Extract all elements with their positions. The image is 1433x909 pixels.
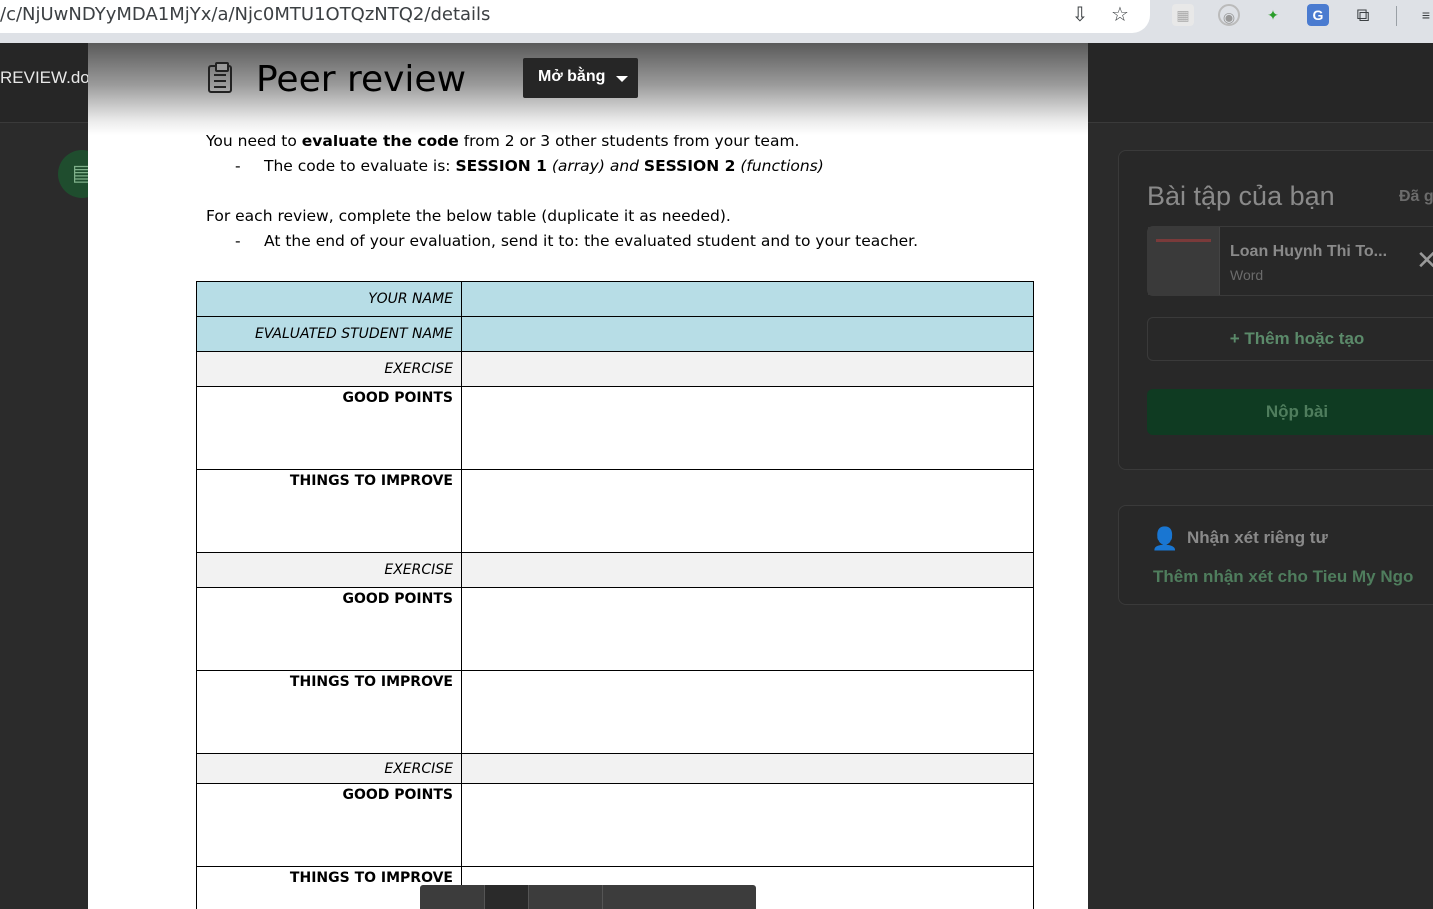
evaluated-student-cell <box>461 316 1034 352</box>
exercise-label: EXERCISE <box>196 753 462 784</box>
table-row: GOOD POINTS <box>196 783 1034 867</box>
clipboard-icon <box>208 62 232 93</box>
extension-qr-icon[interactable]: ▦ <box>1172 4 1194 26</box>
evaluated-student-label: EVALUATED STUDENT NAME <box>196 316 462 352</box>
extensions-puzzle-icon[interactable]: ⧉ <box>1352 4 1374 26</box>
document-viewer: You need to evaluate the code from 2 or … <box>88 43 1088 909</box>
your-name-cell <box>461 281 1034 317</box>
attachment-item[interactable]: Loan Huynh Thi To... Word ✕ <box>1147 226 1433 296</box>
zoom-toolbar[interactable] <box>420 885 756 909</box>
viewer-header: Peer review Mở bằng <box>88 43 1088 135</box>
table-row: THINGS TO IMPROVE <box>196 670 1034 754</box>
zoom-controls-segment[interactable] <box>602 885 756 909</box>
table-row: EVALUATED STUDENT NAME <box>196 316 1034 352</box>
attachment-name: Loan Huynh Thi To... <box>1230 243 1388 260</box>
attachment-type: Word <box>1230 267 1264 283</box>
exercise-cell <box>461 753 1034 784</box>
page-counter-segment <box>484 885 528 909</box>
submit-button[interactable]: Nộp bài <box>1147 389 1433 435</box>
add-private-comment-link[interactable]: Thêm nhận xét cho Tieu My Ngo <box>1153 567 1413 587</box>
more-options-icon[interactable]: ⋮ <box>1425 70 1433 96</box>
review-table: YOUR NAME EVALUATED STUDENT NAME EXERCIS… <box>196 281 1034 909</box>
person-icon: 👤 <box>1151 526 1179 551</box>
browser-toolbar: /c/NjUwNDYyMDA1MjYx/a/Njc0MTU1OTQzNTQ2/d… <box>0 0 1433 43</box>
table-row: YOUR NAME <box>196 281 1034 317</box>
exercise-cell <box>461 552 1034 588</box>
table-row: GOOD POINTS <box>196 386 1034 470</box>
exercise-cell <box>461 351 1034 387</box>
your-work-title: Bài tập của bạn <box>1147 181 1335 211</box>
extension-camera-icon[interactable]: ◉ <box>1218 4 1240 26</box>
table-row: EXERCISE <box>196 552 1034 588</box>
instructions-line: For each review, complete the below tabl… <box>206 207 731 225</box>
attachment-thumbnail <box>1148 227 1220 295</box>
exercise-label: EXERCISE <box>196 351 462 387</box>
bullet-dash: - <box>235 157 241 175</box>
address-url[interactable]: /c/NjUwNDYyMDA1MjYx/a/Njc0MTU1OTQzNTQ2/d… <box>0 4 490 25</box>
remove-attachment-icon[interactable]: ✕ <box>1416 245 1433 276</box>
things-to-improve-cell <box>461 469 1034 553</box>
exercise-label: EXERCISE <box>196 552 462 588</box>
your-work-card: Bài tập của bạn Đã g Loan Huynh Thi To..… <box>1118 150 1433 470</box>
private-comment-title: Nhận xét riêng tư <box>1187 528 1328 547</box>
table-row: EXERCISE <box>196 753 1034 784</box>
things-to-improve-label: THINGS TO IMPROVE <box>196 670 462 754</box>
viewer-title: Peer review <box>256 59 467 100</box>
table-row: GOOD POINTS <box>196 587 1034 671</box>
toolbar-separator <box>1396 6 1397 26</box>
good-points-cell <box>461 386 1034 470</box>
page-total-segment <box>528 885 602 909</box>
bullet-dash: - <box>235 232 241 250</box>
your-name-label: YOUR NAME <box>196 281 462 317</box>
bookmark-star-icon[interactable]: ☆ <box>1108 3 1132 27</box>
extension-translate-icon[interactable]: G <box>1307 4 1329 26</box>
open-with-button[interactable]: Mở bằng <box>523 58 638 98</box>
things-to-improve-label: THINGS TO IMPROVE <box>196 469 462 553</box>
good-points-cell <box>461 783 1034 867</box>
code-to-evaluate-line: The code to evaluate is: SESSION 1 (arra… <box>264 157 824 175</box>
things-to-improve-cell <box>461 670 1034 754</box>
extension-color-icon[interactable]: ✦ <box>1262 4 1284 26</box>
open-with-label: Mở bằng <box>538 68 606 85</box>
table-row: EXERCISE <box>196 351 1034 387</box>
address-bar[interactable]: /c/NjUwNDYyMDA1MjYx/a/Njc0MTU1OTQzNTQ2/d… <box>0 0 1150 33</box>
menu-icon[interactable]: ≡ <box>1415 4 1433 26</box>
install-app-icon[interactable]: ⇩ <box>1068 3 1092 27</box>
send-to-line: At the end of your evaluation, send it t… <box>264 232 919 250</box>
chevron-down-icon <box>616 76 628 82</box>
good-points-label: GOOD POINTS <box>196 587 462 671</box>
good-points-cell <box>461 587 1034 671</box>
good-points-label: GOOD POINTS <box>196 386 462 470</box>
submission-status: Đã g <box>1399 188 1433 205</box>
private-comment-card: 👤 Nhận xét riêng tư Thêm nhận xét cho Ti… <box>1118 505 1433 605</box>
good-points-label: GOOD POINTS <box>196 783 462 867</box>
add-or-create-button[interactable]: + Thêm hoặc tạo <box>1147 317 1433 361</box>
table-row: THINGS TO IMPROVE <box>196 469 1034 553</box>
